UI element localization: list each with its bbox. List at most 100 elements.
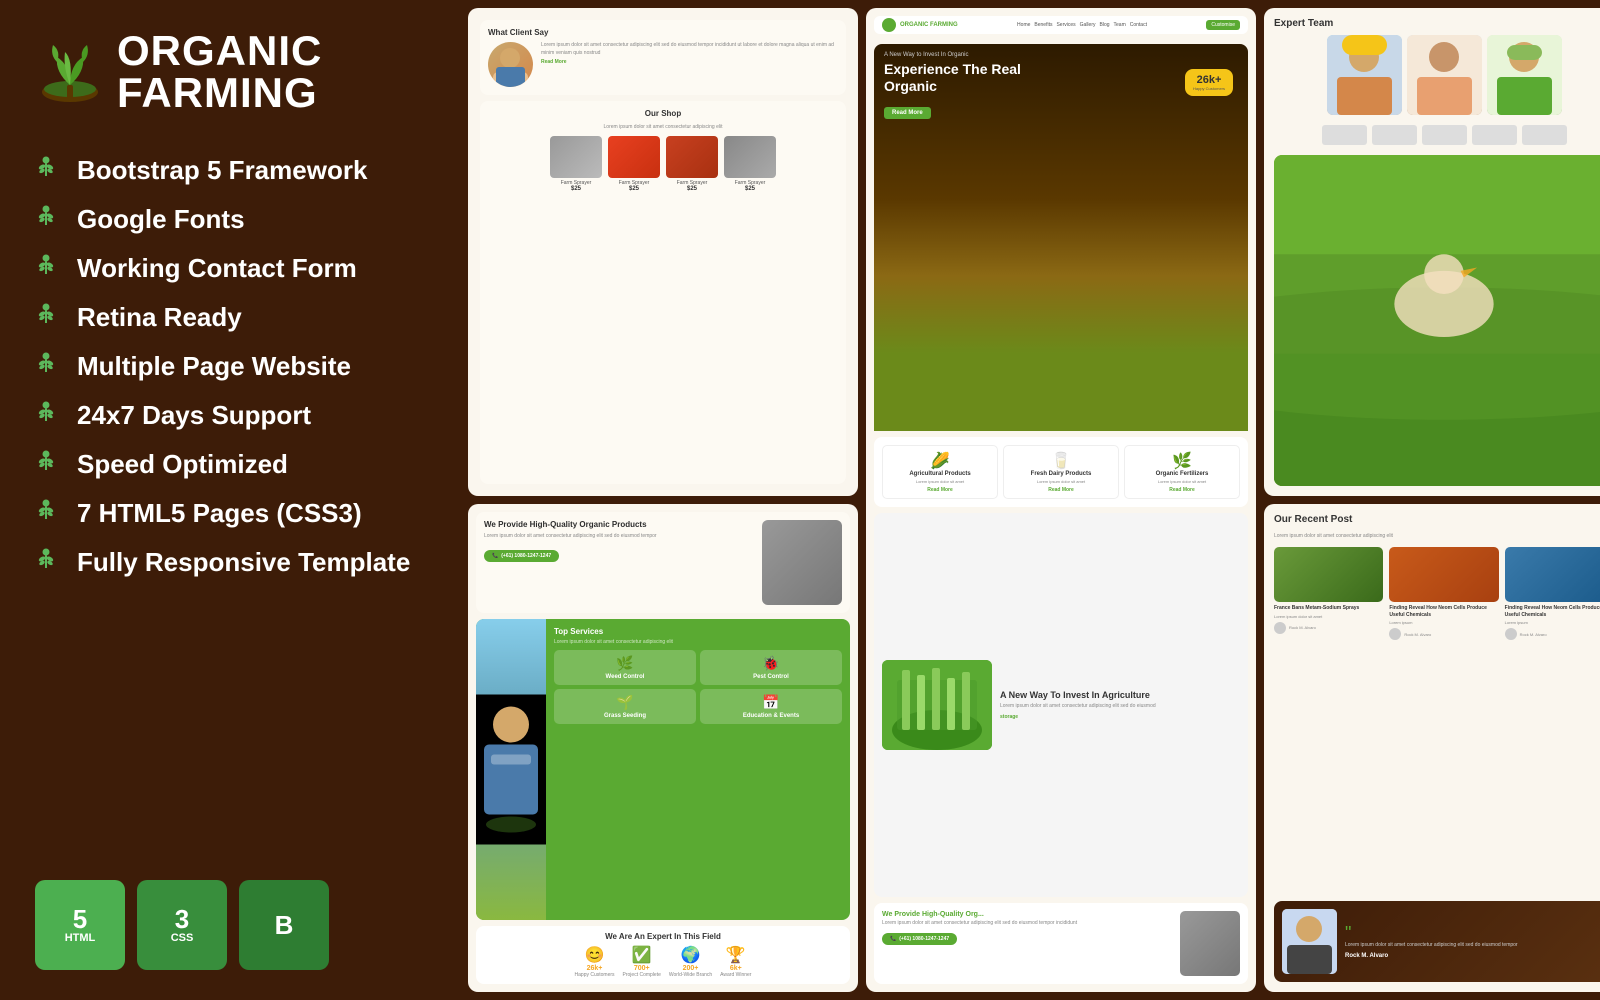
shop-grid: Farm Sprayer $25 Farm Sprayer $25 Farm S… <box>488 136 838 192</box>
wheat-icon <box>35 450 63 479</box>
invest-readmore[interactable]: storage <box>1000 714 1156 720</box>
invest-text: A New Way To Invest In Agriculture Lorem… <box>1000 690 1156 721</box>
wheat-icon <box>35 303 63 332</box>
card-expert: Expert Team <box>1264 8 1600 496</box>
feature-item-html5: 7 HTML5 Pages (CSS3) <box>35 489 425 538</box>
testimonial-text: Lorem ipsum dolor sit amet consectetur a… <box>541 42 838 66</box>
hero-cta-btn[interactable]: Customise <box>1206 20 1240 30</box>
blog-title-2: Finding Reveal How Neom Cells Produce Us… <box>1389 605 1498 618</box>
provide-text: We Provide High-Quality Organic Products… <box>484 520 754 562</box>
badge-label: Happy Customers <box>1193 86 1225 91</box>
person-section <box>476 619 546 920</box>
hero-read-more[interactable]: Read More <box>884 107 931 119</box>
css-badge: 3 CSS <box>137 880 227 970</box>
wheat-icon <box>35 254 63 283</box>
shop-item-3: Farm Sprayer $25 <box>666 136 718 192</box>
badge-number: 26k+ <box>1193 74 1225 86</box>
blog-author-2: Rock M. Alvaro <box>1389 628 1498 640</box>
expert-title: We Are An Expert In This Field <box>484 932 842 941</box>
top-services-desc: Lorem ipsum dolor sit amet consectetur a… <box>554 639 842 645</box>
wheat-icon <box>35 401 63 430</box>
phone-btn[interactable]: 📞 (+61) 1080-1247-1247 <box>484 550 559 562</box>
blog-sub: Lorem ipsum dolor sit amet consectetur a… <box>1274 533 1600 539</box>
expert-stats-section: We Are An Expert In This Field 😊 26k+ Ha… <box>476 926 850 984</box>
feature-label: Multiple Page Website <box>77 351 351 382</box>
stat-branches: 🌍 200+ World-Wide Branch <box>669 945 712 978</box>
brand-3 <box>1422 125 1467 145</box>
testimonial-avatar <box>488 42 533 87</box>
stat-projects: ✅ 700+ Project Complete <box>623 945 661 978</box>
invest-img <box>882 660 992 750</box>
brand-logos-row <box>1274 121 1600 149</box>
feature-item-multiple-page: Multiple Page Website <box>35 342 425 391</box>
invest-section: A New Way To Invest In Agriculture Lorem… <box>874 513 1248 897</box>
expert-team-imgs <box>1274 35 1600 115</box>
feature-label: Working Contact Form <box>77 253 357 284</box>
stats-row: 😊 26k+ Happy Customers ✅ 700+ Project Co… <box>484 945 842 978</box>
card-hero-inner: ORGANIC FARMING Home Benefits Services G… <box>866 8 1256 992</box>
hero-badge: 26k+ Happy Customers <box>1185 69 1233 96</box>
html-badge: 5 HTML <box>35 880 125 970</box>
blog-author-1: Rock M. Alvaro <box>1274 622 1383 634</box>
card-blog-inner: Our Recent Post Lorem ipsum dolor sit am… <box>1264 504 1600 992</box>
hero-tag: A New Way to Invest In Organic <box>884 52 1238 58</box>
feature-fertilizer: 🌿 Organic Fertilizers Lorem ipsum dolor … <box>1124 445 1240 499</box>
logo-text: ORGANIC FARMING <box>117 30 322 114</box>
feature-item-responsive: Fully Responsive Template <box>35 538 425 587</box>
quote-text: Lorem ipsum dolor sit amet consectetur a… <box>1345 942 1518 950</box>
service-pest: 🐞 Pest Control <box>700 650 842 685</box>
features-row: 🌽 Agricultural Products Lorem ipsum dolo… <box>874 437 1248 507</box>
bootstrap-badge: B <box>239 880 329 970</box>
feature-item-retina: Retina Ready <box>35 293 425 342</box>
blog-title: Our Recent Post <box>1274 514 1600 525</box>
hero-nav-items: Home Benefits Services Gallery Blog Team… <box>964 22 1201 28</box>
quote-icon: " <box>1345 924 1518 942</box>
blog-text-2: Lorem ipsum <box>1389 620 1498 625</box>
card-services-inner: We Provide High-Quality Organic Products… <box>468 504 858 992</box>
stat-customers: 😊 26k+ Happy Customers <box>575 945 615 978</box>
card-shop-inner: What Client Say Lorem ipsum dolor sit am… <box>468 8 858 496</box>
blog-img-3 <box>1505 547 1600 602</box>
testimonial-block-text: " Lorem ipsum dolor sit amet consectetur… <box>1345 924 1518 959</box>
card-hero: ORGANIC FARMING Home Benefits Services G… <box>866 8 1256 992</box>
blog-title-3: Finding Reveal How Neom Cells Produce Us… <box>1505 605 1600 618</box>
card-shop: What Client Say Lorem ipsum dolor sit am… <box>468 8 858 496</box>
testimonial-person-img <box>1282 909 1337 974</box>
wheat-icon <box>35 548 63 577</box>
provide-phone-btn[interactable]: 📞 (+61) 1080-1247-1247 <box>882 933 957 945</box>
service-edu: 📅 Education & Events <box>700 689 842 724</box>
feature-label: Fully Responsive Template <box>77 547 410 578</box>
invest-desc: Lorem ipsum dolor sit amet consectetur a… <box>1000 703 1156 711</box>
wheat-icon <box>35 499 63 528</box>
quote-author: Rock M. Alvaro <box>1345 953 1518 959</box>
provide-bottom-text: We Provide High-Quality Org... Lorem ips… <box>882 911 1172 976</box>
feature-item-contact-form: Working Contact Form <box>35 244 425 293</box>
provide-bottom: We Provide High-Quality Org... Lorem ips… <box>874 903 1248 984</box>
hero-logo-sm: ORGANIC FARMING <box>882 18 958 32</box>
stat-awards: 🏆 6k+ Award Winner <box>720 945 751 978</box>
testimonial-section: What Client Say Lorem ipsum dolor sit am… <box>480 20 846 95</box>
feature-dairy: 🥛 Fresh Dairy Products Lorem ipsum dolor… <box>1003 445 1119 499</box>
feature-label: Bootstrap 5 Framework <box>77 155 367 186</box>
service-weed: 🌿 Weed Control <box>554 650 696 685</box>
feature-item-bootstrap: Bootstrap 5 Framework <box>35 146 425 195</box>
brand-2 <box>1372 125 1417 145</box>
hero-topnav: ORGANIC FARMING Home Benefits Services G… <box>874 16 1248 34</box>
badges-area: 5 HTML 3 CSS B <box>35 860 425 970</box>
shop-img-3 <box>666 136 718 178</box>
hero-section: A New Way to Invest In Organic Experienc… <box>874 44 1248 431</box>
wheat-icon <box>35 156 63 185</box>
expert-3 <box>1487 35 1562 115</box>
shop-item-1: Farm Sprayer $25 <box>550 136 602 192</box>
grass-img <box>1274 155 1600 486</box>
blog-text-1: Lorem ipsum dolor sit amet <box>1274 614 1383 619</box>
testimonial-row: Lorem ipsum dolor sit amet consectetur a… <box>488 42 838 87</box>
feature-label: 24x7 Days Support <box>77 400 311 431</box>
blog-author-3: Rock M. Alvaro <box>1505 628 1600 640</box>
card-services: We Provide High-Quality Organic Products… <box>468 504 858 992</box>
blog-item-3: Finding Reveal How Neom Cells Produce Us… <box>1505 547 1600 893</box>
shop-section: Our Shop Lorem ipsum dolor sit amet cons… <box>480 101 846 484</box>
brand-1 <box>1322 125 1367 145</box>
blog-img-1 <box>1274 547 1383 602</box>
services-heading: We Provide High-Quality Organic Products <box>484 520 754 530</box>
